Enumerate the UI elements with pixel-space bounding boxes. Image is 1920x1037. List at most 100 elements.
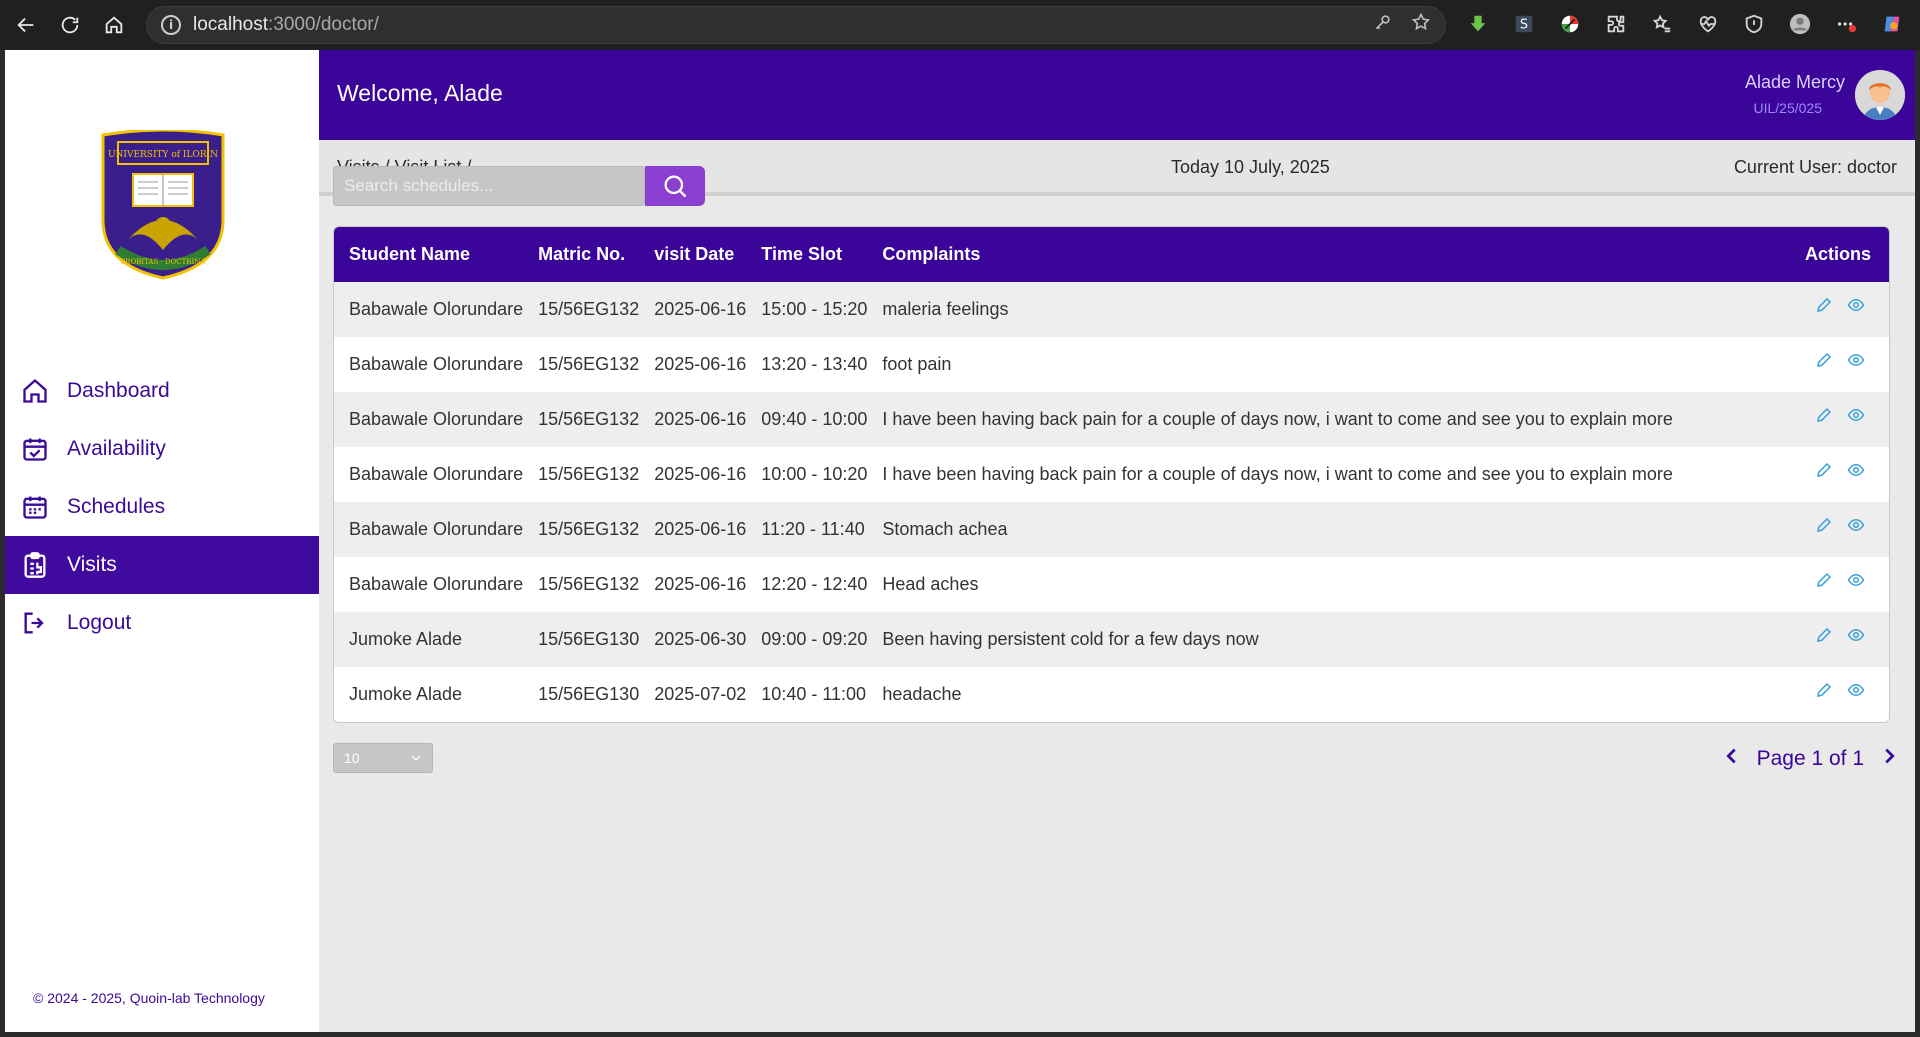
cell-student-name: Babawale Olorundare — [349, 519, 524, 539]
sidebar-item-schedules[interactable]: Schedules — [5, 478, 319, 536]
chevron-down-icon — [408, 750, 424, 769]
cell-matric-no: 15/56EG132 — [538, 519, 640, 539]
cell-complaints: Been having persistent cold for a few da… — [882, 629, 1259, 649]
cell-time-slot: 12:20 - 12:40 — [761, 574, 868, 594]
cell-matric-no: 15/56EG132 — [538, 409, 640, 429]
header-time-slot: Time Slot — [761, 244, 842, 264]
search-button[interactable] — [645, 166, 705, 206]
favorite-star-icon[interactable] — [1411, 12, 1431, 38]
view-eye-icon[interactable] — [1847, 461, 1867, 481]
cell-actions — [1769, 502, 1889, 557]
home-browser-icon[interactable] — [96, 7, 132, 43]
color-extension-icon[interactable] — [1554, 8, 1586, 40]
cell-time-slot: 15:00 - 15:20 — [761, 299, 868, 319]
sidebar-item-logout[interactable]: Logout — [5, 594, 319, 652]
cell-visit-date: 2025-06-16 — [654, 519, 747, 539]
view-eye-icon[interactable] — [1847, 516, 1867, 536]
cell-visit-date: 2025-06-16 — [654, 409, 747, 429]
table-header-row: Student Name Matric No. visit Date Time … — [334, 227, 1889, 282]
view-eye-icon[interactable] — [1847, 681, 1867, 701]
table-row: Babawale Olorundare 15/56EG132 2025-06-16 1… — [334, 447, 1889, 502]
footer-copyright: © 2024 - 2025, Quoin-lab Technology — [33, 990, 265, 1006]
edit-pencil-icon[interactable] — [1815, 681, 1835, 701]
edit-pencil-icon[interactable] — [1815, 296, 1835, 316]
cell-time-slot: 13:20 - 13:40 — [761, 354, 868, 374]
cell-visit-date: 2025-07-02 — [654, 684, 747, 704]
download-extension-icon[interactable] — [1462, 8, 1494, 40]
cell-student-name: Babawale Olorundare — [349, 409, 524, 429]
cell-actions — [1769, 557, 1889, 612]
view-eye-icon[interactable] — [1847, 571, 1867, 591]
key-icon[interactable] — [1373, 12, 1393, 38]
sidebar-item-dashboard[interactable]: Dashboard — [5, 362, 319, 420]
sidebar-item-label: Dashboard — [67, 379, 170, 402]
edit-pencil-icon[interactable] — [1815, 351, 1835, 371]
header-matric-no: Matric No. — [538, 244, 626, 264]
calendar-icon — [23, 496, 47, 519]
cell-complaints: foot pain — [882, 354, 952, 374]
sidebar-item-label: Schedules — [67, 495, 166, 518]
cell-actions — [1769, 612, 1889, 667]
s-extension-icon[interactable]: S — [1508, 8, 1540, 40]
edit-pencil-icon[interactable] — [1815, 516, 1835, 536]
table-row: Jumoke Alade 15/56EG130 2025-06-30 09:00 - … — [334, 612, 1889, 667]
cell-student-name: Jumoke Alade — [349, 629, 463, 649]
cell-actions — [1769, 667, 1889, 722]
copilot-icon[interactable] — [1876, 8, 1908, 40]
cell-complaints: Head aches — [882, 574, 979, 594]
health-icon[interactable] — [1692, 8, 1724, 40]
extensions-puzzle-icon[interactable] — [1600, 8, 1632, 40]
view-eye-icon[interactable] — [1847, 406, 1867, 426]
sidebar-item-label: Logout — [67, 611, 132, 634]
search-icon — [664, 175, 687, 198]
cell-visit-date: 2025-06-16 — [654, 574, 747, 594]
sidebar-item-visits[interactable]: Visits — [5, 536, 319, 594]
view-eye-icon[interactable] — [1847, 296, 1867, 316]
page-size-value: 10 — [344, 750, 360, 766]
address-bar[interactable]: i localhost:3000/doctor/ — [146, 6, 1446, 44]
cell-matric-no: 15/56EG132 — [538, 299, 640, 319]
welcome-text: Welcome, Alade — [337, 80, 503, 106]
cell-complaints: Stomach achea — [882, 519, 1008, 539]
header-actions: Actions — [1804, 244, 1871, 264]
edit-pencil-icon[interactable] — [1815, 571, 1835, 591]
search-input[interactable] — [333, 166, 645, 206]
cell-student-name: Babawale Olorundare — [349, 354, 524, 374]
cell-visit-date: 2025-06-16 — [654, 354, 747, 374]
university-logo: UNIVERSITY of ILORIN PROBITAS · DOCTRINA — [98, 128, 228, 280]
cell-matric-no: 15/56EG132 — [538, 574, 640, 594]
more-menu-icon[interactable] — [1830, 8, 1862, 40]
cell-actions — [1769, 447, 1889, 502]
header-student-name: Student Name — [349, 244, 471, 264]
avatar[interactable] — [1855, 70, 1905, 120]
profile-icon[interactable] — [1784, 8, 1816, 40]
next-page-icon[interactable] — [1878, 745, 1900, 773]
favorites-icon[interactable] — [1646, 8, 1678, 40]
edit-pencil-icon[interactable] — [1815, 406, 1835, 426]
back-icon[interactable] — [8, 7, 44, 43]
cell-actions — [1769, 337, 1889, 392]
sidebar-item-availability[interactable]: Availability — [5, 420, 319, 478]
page-size-select[interactable]: 10 — [333, 743, 433, 773]
user-name: Alade Mercy — [1744, 72, 1845, 92]
sidebar-item-label: Visits — [67, 553, 117, 576]
edit-pencil-icon[interactable] — [1815, 626, 1835, 646]
cell-student-name: Jumoke Alade — [349, 684, 463, 704]
table-row: Babawale Olorundare 15/56EG132 2025-06-16 0… — [334, 392, 1889, 447]
view-eye-icon[interactable] — [1847, 351, 1867, 371]
view-eye-icon[interactable] — [1847, 626, 1867, 646]
cell-visit-date: 2025-06-16 — [654, 299, 747, 319]
sidebar-item-label: Availability — [67, 437, 166, 460]
cell-student-name: Babawale Olorundare — [349, 574, 524, 594]
edit-pencil-icon[interactable] — [1815, 461, 1835, 481]
home-icon — [23, 378, 47, 403]
cell-time-slot: 09:40 - 10:00 — [761, 409, 868, 429]
shield-icon[interactable] — [1738, 8, 1770, 40]
cell-matric-no: 15/56EG130 — [538, 629, 640, 649]
cell-complaints: I have been having back pain for a coupl… — [882, 464, 1673, 484]
reload-icon[interactable] — [52, 7, 88, 43]
table-row: Babawale Olorundare 15/56EG132 2025-06-16 1… — [334, 557, 1889, 612]
site-info-icon[interactable]: i — [161, 15, 181, 35]
prev-page-icon[interactable] — [1721, 745, 1743, 773]
header-visit-date: visit Date — [654, 244, 735, 264]
